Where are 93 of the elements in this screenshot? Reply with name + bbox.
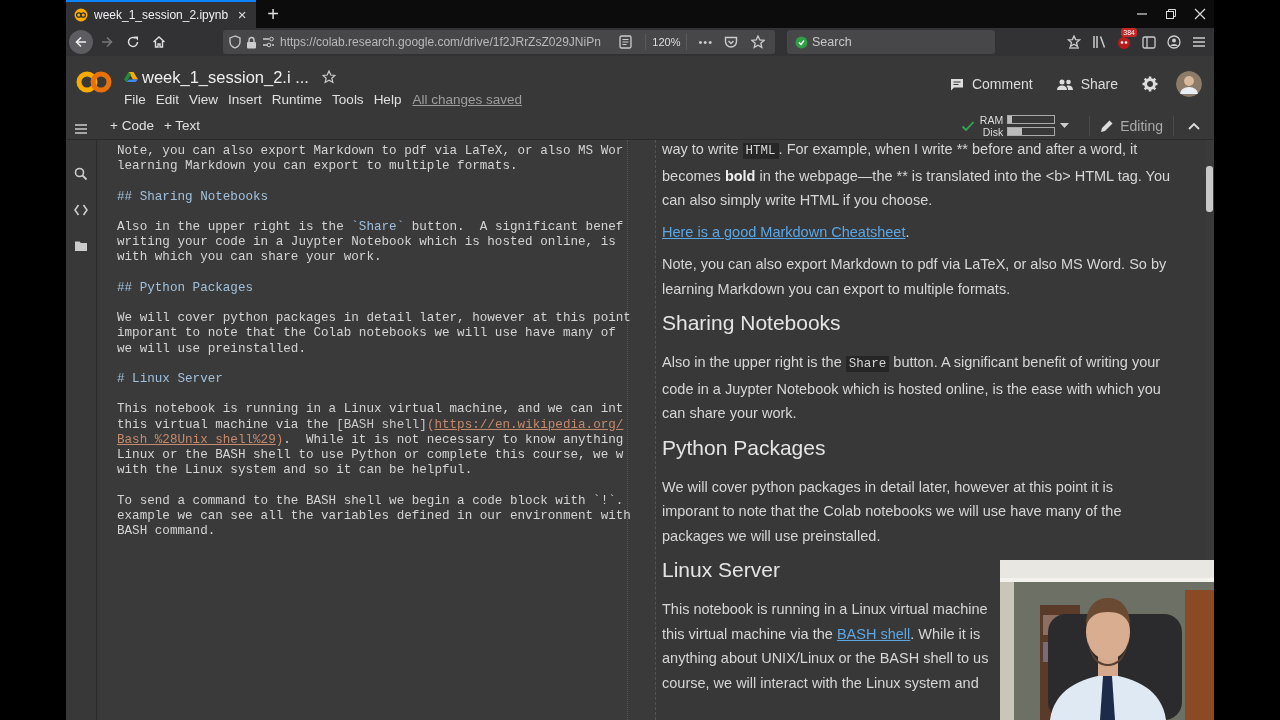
more-actions-button[interactable]: •••	[696, 36, 715, 48]
menu-item[interactable]: Runtime	[266, 89, 328, 109]
code-line: with which you can share your work.	[117, 250, 382, 266]
comment-icon	[949, 77, 964, 91]
tab-close-button[interactable]: ×	[234, 6, 251, 24]
code-icon	[74, 203, 88, 217]
pocket-icon	[724, 35, 738, 49]
close-icon	[1194, 8, 1206, 20]
star-icon	[1067, 35, 1081, 49]
code-line: We will cover python packages in detail later, however at this point	[117, 311, 631, 327]
code-line: # Linux Server	[117, 371, 223, 388]
editing-mode-button[interactable]: Editing	[1089, 115, 1174, 136]
paragraph: This notebook is running in a Linux virtual machine this virtual machine via the BASH shell. While it is anything about UNIX/Linux or the BASH shell to us course, we will interact with the Linux system and	[662, 600, 989, 693]
colab-favicon-icon	[74, 8, 88, 22]
menu-icon	[74, 123, 88, 135]
star-icon	[321, 70, 336, 84]
caret-icon	[1060, 123, 1070, 128]
code-line: imporant to note that the Colab notebooks we will use have many of	[117, 326, 616, 342]
code-line: BASH command.	[117, 523, 216, 540]
search-icon	[74, 167, 88, 181]
reload-icon	[126, 35, 140, 49]
chevron-up-icon	[1188, 121, 1200, 130]
meter-label: RAM	[979, 113, 1004, 126]
star-icon	[751, 35, 765, 49]
section-heading: Sharing Notebooks	[662, 310, 841, 336]
menu-item[interactable]: View	[184, 89, 224, 109]
shield-icon	[229, 35, 241, 49]
star-button[interactable]	[320, 69, 337, 85]
avatar-icon	[1176, 71, 1202, 97]
menu-item[interactable]: File	[124, 89, 151, 109]
zoom-level-button[interactable]: 120%	[645, 34, 688, 50]
drive-icon	[124, 71, 138, 83]
url-field[interactable]: https://colab.research.google.com/drive/1f2JRrZsZ029JNiPn 120% •••	[223, 30, 775, 54]
code-line: ## Sharing Notebooks	[117, 189, 269, 205]
add-cell-button[interactable]: + Text	[159, 115, 205, 136]
code-line: learning Markdown you can export to multiple formats.	[117, 159, 518, 175]
restore-icon	[1165, 8, 1177, 20]
paragraph: Here is a good Markdown Cheatsheet.	[662, 223, 910, 242]
menu-item[interactable]: Tools	[327, 89, 369, 109]
menu-item[interactable]: Edit	[150, 89, 185, 109]
arrow-right-icon	[100, 35, 114, 49]
library-icon	[1091, 35, 1107, 49]
home-icon	[152, 35, 166, 49]
resources-button[interactable]: RAM Disk	[954, 113, 1076, 138]
people-icon	[1056, 78, 1073, 90]
meter-label: Disk	[982, 125, 1004, 138]
tab-title: week_1_session_2.ipynb	[94, 8, 229, 22]
code-line: example we can see all the variables defined in our environment with	[117, 508, 631, 524]
back-button[interactable]	[69, 30, 93, 54]
check-icon	[960, 119, 975, 132]
account-icon	[1167, 35, 1181, 49]
code-line: writing your code in a Juypter Notebook which is hosted online, is	[117, 235, 616, 251]
extension-icon	[1117, 35, 1131, 49]
link[interactable]: Here is a good Markdown Cheatsheet	[662, 224, 906, 240]
menu-item[interactable]: Insert	[223, 89, 267, 109]
code-line: this virtual machine via the [BASH shell](https://en.wikipedia.org/	[117, 417, 624, 433]
browser-tab[interactable]: week_1_session_2.ipynb ×	[66, 0, 257, 28]
section-heading: Python Packages	[662, 434, 826, 461]
lock-icon	[246, 35, 257, 49]
code-line: Note, you can also export Markdown to pdf via LaTeX, or also MS Wor	[117, 144, 624, 160]
search-field[interactable]: Search	[787, 30, 995, 54]
code-line: Linux or the BASH shell to use Python or complete this course, we w	[117, 447, 624, 464]
url-text[interactable]: https://colab.research.google.com/drive/1f2JRrZsZ029JNiPn	[280, 35, 601, 49]
code-line: we will use preinstalled.	[117, 341, 306, 357]
comment-button[interactable]: Comment	[939, 70, 1043, 98]
colab-logo-icon	[76, 70, 112, 94]
arrow-left-icon	[74, 35, 88, 49]
paragraph: Note, you can also export Markdown to pdf via LaTeX, or also MS Word. So by learning Markdown you can export to multiple formats.	[662, 255, 1167, 299]
code-line: This notebook is running in a Linux virtual machine, and we can int	[117, 402, 624, 418]
code-line: Bash_%28Unix_shell%29). While it is not necessary to know anything	[117, 432, 624, 448]
page-icon	[618, 35, 632, 49]
sidebar-icon	[1142, 35, 1156, 49]
menu-icon	[1192, 36, 1206, 48]
save-status-link[interactable]: All changes saved	[412, 91, 522, 107]
permissions-icon	[262, 36, 275, 48]
avatar-button[interactable]	[1176, 71, 1202, 97]
menu-item[interactable]: Help	[368, 89, 407, 109]
code-line: Also in the upper right is the `Share` button. A significant benef	[117, 220, 624, 236]
pencil-icon	[1100, 118, 1115, 133]
paragraph: way to write HTML . For example, when I write ** before and after a word, it becomes bold in the webpage—the ** is translated into the <b> HTML tag. You can also simply write HTML if you choose.	[662, 140, 1171, 210]
new-tab-button[interactable]: +	[260, 1, 287, 27]
code-line: To send a command to the BASH shell we begin a code block with `!`.	[117, 493, 624, 509]
scrollbar-thumb[interactable]	[1206, 166, 1213, 212]
code-line: with the Linux system and so it can be helpful.	[117, 463, 473, 479]
paragraph: We will cover python packages in detail later, however at this point it is imporant to note that the Colab notebooks we will use have many of the packages we will use preinstalled.	[662, 477, 1122, 546]
settings-icon	[1142, 76, 1158, 92]
section-heading: Linux Server	[662, 557, 780, 583]
code-line: ## Python Packages	[117, 280, 254, 296]
paragraph: Also in the upper right is the Share button. A significant benefit of writing your code in a Juypter Notebook which is hosted online, is the ease with which you can share your work.	[662, 353, 1161, 423]
notebook-title[interactable]: week_1_session_2.i ...	[142, 67, 309, 87]
share-button[interactable]: Share	[1046, 70, 1128, 98]
folder-icon	[74, 239, 88, 253]
add-cell-button[interactable]: + Code	[106, 115, 158, 136]
